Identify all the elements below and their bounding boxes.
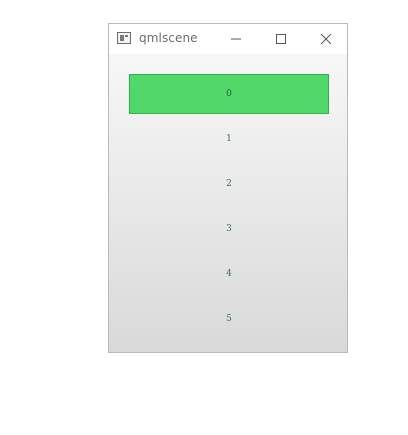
close-icon	[320, 33, 332, 45]
minimize-icon	[231, 38, 241, 40]
list-item[interactable]: 4	[129, 254, 329, 294]
list-item[interactable]: 5	[129, 299, 329, 339]
maximize-icon	[276, 34, 286, 44]
app-icon[interactable]	[117, 32, 131, 44]
minimize-button[interactable]	[216, 24, 256, 54]
list-item[interactable]: 0	[129, 74, 329, 114]
title-bar[interactable]: qmlscene	[109, 24, 347, 54]
qmlscene-window: qmlscene 0 1 2 3 4 5	[108, 23, 348, 353]
list-item[interactable]: 3	[129, 209, 329, 249]
list-view[interactable]: 0 1 2 3 4 5	[129, 74, 329, 344]
close-button[interactable]	[306, 24, 346, 54]
maximize-button[interactable]	[261, 24, 301, 54]
list-item[interactable]: 1	[129, 119, 329, 159]
window-title: qmlscene	[139, 31, 198, 45]
list-item[interactable]: 2	[129, 164, 329, 204]
scene-content: 0 1 2 3 4 5	[109, 54, 347, 352]
